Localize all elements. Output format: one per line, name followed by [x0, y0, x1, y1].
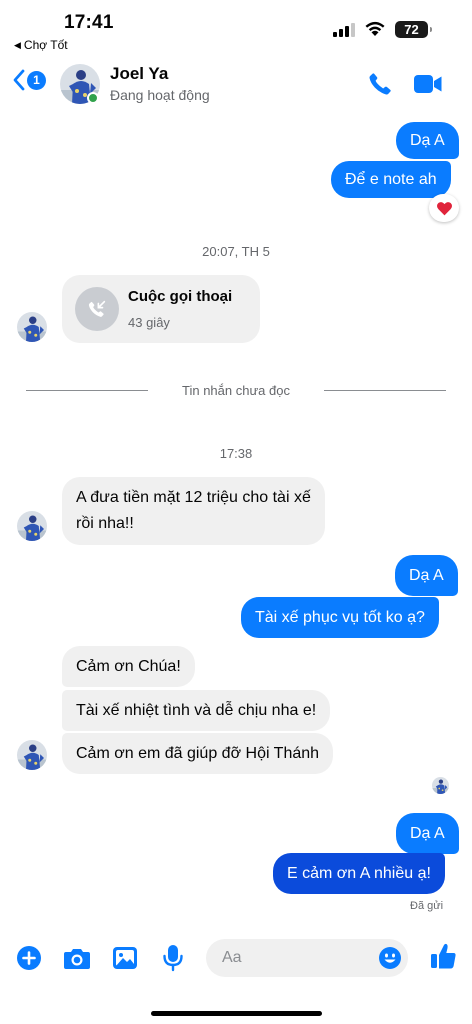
message-text: Tài xế nhiệt tình và dễ chịu nha e!: [76, 702, 317, 719]
outgoing-message[interactable]: Tài xế phục vụ tốt ko ạ?: [241, 597, 439, 638]
camera-icon[interactable]: [63, 946, 91, 970]
message-text: Dạ A: [409, 567, 444, 584]
message-text: Dạ A: [410, 825, 445, 842]
contact-status: Đang hoạt động: [110, 87, 210, 103]
heart-reaction-icon: [436, 201, 452, 215]
back-triangle-icon: ◀: [14, 39, 21, 50]
call-title: Cuộc gọi thoại: [128, 288, 233, 305]
message-text: Dạ A: [410, 132, 445, 149]
back-button[interactable]: 1: [12, 68, 46, 92]
video-camera-icon[interactable]: [413, 73, 443, 95]
outgoing-message[interactable]: Để e note ah: [331, 161, 451, 198]
timestamp-divider: 20:07, TH 5: [202, 244, 270, 259]
message-text: Cảm ơn em đã giúp đỡ Hội Thánh: [76, 745, 320, 762]
message-composer: [0, 936, 472, 982]
incoming-message[interactable]: A đưa tiền mặt 12 triệu cho tài xế rồi n…: [62, 477, 325, 545]
battery-indicator: 72: [395, 21, 432, 38]
contact-avatar-small[interactable]: [17, 740, 47, 770]
message-text: A đưa tiền mặt 12 triệu cho tài xế: [76, 489, 311, 506]
missed-call-icon: [88, 300, 106, 317]
cellular-signal-icon: [333, 23, 355, 37]
online-status-dot: [87, 92, 99, 104]
phone-icon[interactable]: [367, 71, 393, 97]
message-input[interactable]: [222, 939, 372, 977]
home-indicator: [151, 1011, 322, 1016]
incoming-message[interactable]: Cảm ơn em đã giúp đỡ Hội Thánh: [62, 733, 334, 774]
timestamp-divider: 17:38: [219, 446, 253, 461]
message-text: Để e note ah: [345, 171, 437, 188]
contact-avatar-small[interactable]: [17, 312, 47, 342]
incoming-message[interactable]: Tài xế nhiệt tình và dễ chịu nha e!: [62, 690, 331, 731]
unread-count-badge: 1: [27, 70, 46, 90]
call-duration: 43 giây: [128, 315, 170, 330]
message-text: E cảm ơn A nhiều ạ!: [287, 865, 431, 882]
status-time: 17:41: [64, 12, 114, 33]
emoji-icon[interactable]: [378, 946, 402, 970]
call-icon-circle: [75, 287, 119, 331]
outgoing-message[interactable]: Dạ A: [396, 813, 459, 854]
back-app-label: Chợ Tốt: [23, 38, 68, 52]
microphone-icon[interactable]: [162, 944, 184, 972]
wifi-icon: [365, 21, 385, 36]
message-text: Cảm ơn Chúa!: [76, 658, 181, 675]
message-input-container: [206, 939, 408, 977]
back-chevron-icon: [13, 69, 25, 91]
battery-level: 72: [404, 22, 419, 37]
voice-call-card[interactable]: Cuộc gọi thoại 43 giây: [62, 275, 260, 343]
seen-by-avatar: [432, 777, 449, 794]
divider-line: [324, 390, 446, 391]
sent-status: Đã gửi: [410, 900, 444, 912]
contact-avatar-small[interactable]: [17, 511, 47, 541]
plus-icon[interactable]: [16, 945, 42, 971]
chat-header: 1 Joel Ya Đang hoạt động: [0, 58, 472, 112]
outgoing-message[interactable]: Dạ A: [395, 555, 458, 596]
message-reaction[interactable]: [429, 194, 459, 222]
message-text: Tài xế phục vụ tốt ko ạ?: [255, 609, 425, 626]
contact-name[interactable]: Joel Ya: [110, 64, 168, 84]
thumbs-up-icon[interactable]: [430, 942, 457, 970]
incoming-message[interactable]: Cảm ơn Chúa!: [62, 646, 195, 687]
outgoing-message[interactable]: Dạ A: [396, 122, 459, 159]
gallery-icon[interactable]: [112, 946, 138, 970]
status-bar: 17:41 ◀ Chợ Tốt 72: [0, 0, 472, 58]
outgoing-message-latest[interactable]: E cảm ơn A nhiều ạ!: [273, 853, 445, 894]
message-text: rồi nha!!: [76, 515, 134, 532]
back-to-app-link[interactable]: ◀ Chợ Tốt: [14, 38, 68, 52]
